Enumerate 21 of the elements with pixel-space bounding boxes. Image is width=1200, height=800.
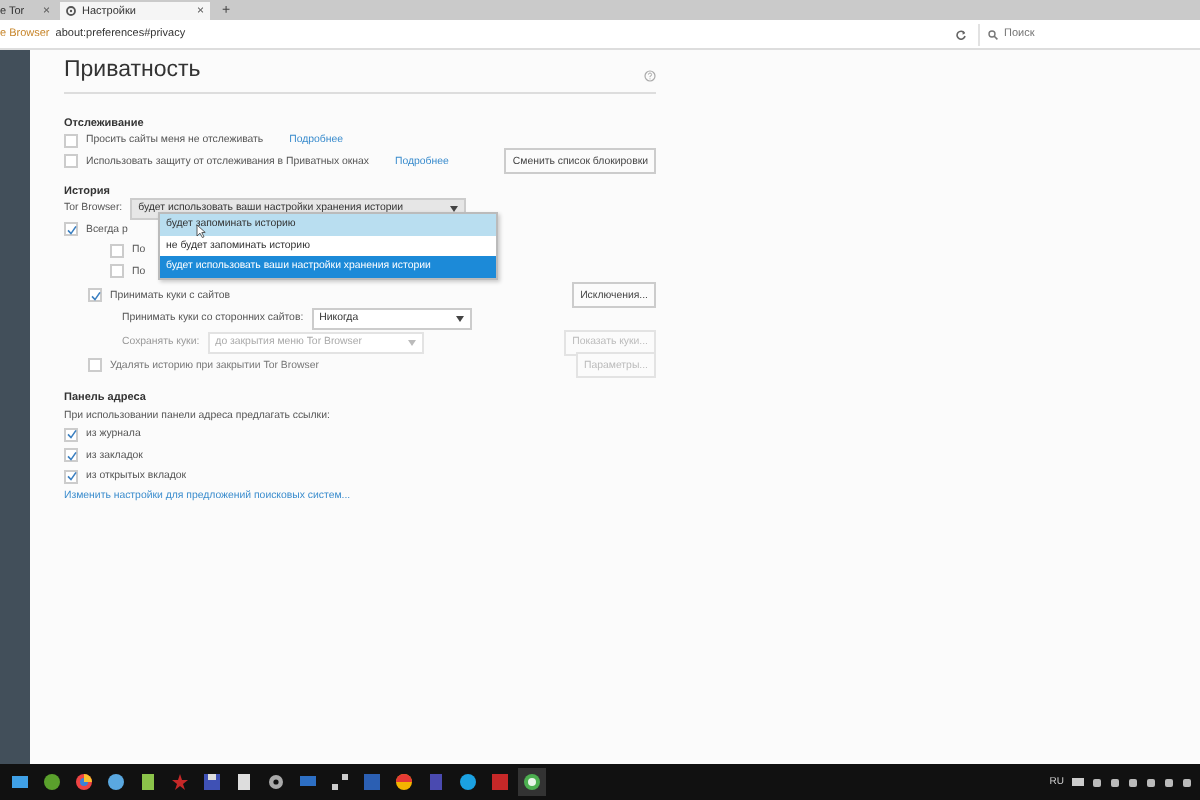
checkbox[interactable]	[64, 133, 78, 148]
checkbox[interactable]	[88, 288, 102, 302]
checkbox[interactable]	[110, 264, 124, 279]
page-title: Приватность	[64, 58, 201, 82]
check-icon	[65, 223, 77, 236]
checkbox[interactable]	[64, 448, 78, 463]
reload-icon[interactable]	[956, 29, 966, 39]
search-icon	[988, 29, 998, 39]
star-icon[interactable]	[170, 772, 190, 792]
gear-icon	[66, 6, 76, 16]
dropdown-arrow-icon	[455, 315, 464, 322]
rainbow-circle-icon[interactable]	[394, 772, 414, 792]
checkbox[interactable]	[64, 469, 78, 484]
dropdown-arrow-icon	[450, 205, 459, 212]
checkbox[interactable]	[64, 154, 78, 169]
check-icon	[89, 289, 101, 301]
checkbox[interactable]	[64, 222, 78, 237]
gear-icon[interactable]	[266, 772, 286, 792]
checkbox[interactable]	[110, 243, 124, 258]
dropdown-arrow-icon	[407, 339, 416, 345]
checkbox[interactable]	[64, 427, 78, 442]
